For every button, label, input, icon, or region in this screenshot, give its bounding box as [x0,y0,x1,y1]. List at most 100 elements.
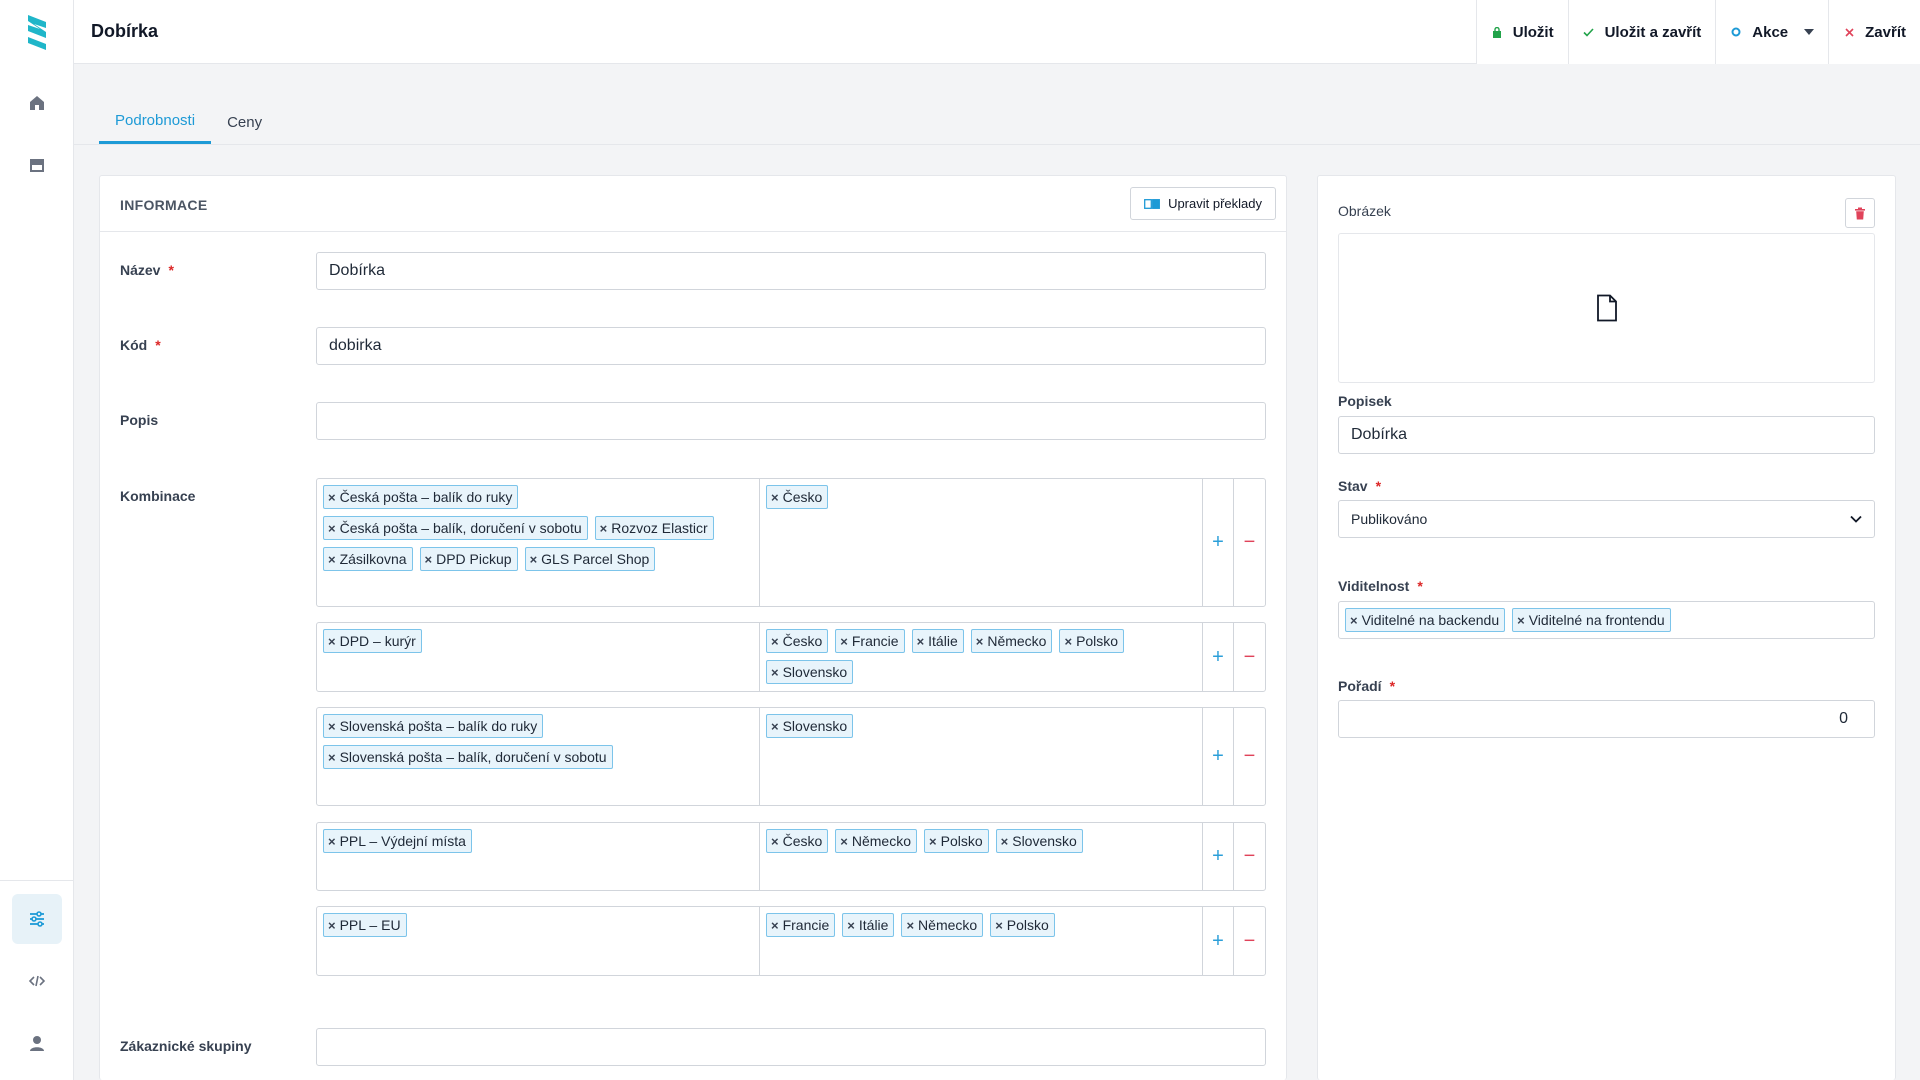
top-header: Dobírka Uložit Uložit a zavřít Akce Zavř… [74,0,1920,64]
required-marker: * [1375,478,1382,494]
remove-combination-button[interactable]: − [1234,708,1265,805]
combination-carriers[interactable]: × DPD – kurýr [317,623,760,691]
tab-bar: Podrobnosti Ceny [99,100,278,144]
tag-label: DPD – kurýr [339,633,416,649]
combination-countries[interactable]: × Slovensko [760,708,1203,805]
country-tag: × Polsko [924,829,989,853]
remove-tag-icon[interactable]: × [771,834,779,849]
code-label-text: Kód [120,337,148,353]
nav-profile[interactable] [12,1018,62,1068]
add-combination-button[interactable]: + [1203,623,1234,691]
tag-label: Německo [987,633,1047,649]
combination-carriers[interactable]: × Slovenská pošta – balík do ruky × Sloven… [317,708,760,805]
remove-combination-button[interactable]: − [1234,907,1265,975]
chevron-down-icon [1804,29,1815,35]
remove-tag-icon[interactable]: × [771,665,779,680]
combination-countries[interactable]: × Česko × Francie × Itálie × Německo × Polsko… [760,623,1203,691]
header-actions: Uložit Uložit a zavřít Akce Zavřít [1475,0,1920,64]
remove-tag-icon[interactable]: × [771,490,779,505]
remove-tag-icon[interactable]: × [328,750,336,765]
remove-tag-icon[interactable]: × [771,634,779,649]
required-marker: * [1389,678,1396,694]
remove-tag-icon[interactable]: × [1001,834,1009,849]
combination-carriers[interactable]: × PPL – Výdejní místa [317,823,760,890]
combination-carriers[interactable]: × Česká pošta – balík do ruky × Česká pošt… [317,479,760,606]
add-combination-button[interactable]: + [1203,708,1234,805]
tag-label: Německo [851,833,912,849]
remove-tag-icon[interactable]: × [1350,613,1358,628]
remove-tag-icon[interactable]: × [771,918,779,933]
country-tag: × Německo [835,829,918,853]
required-marker: * [155,337,161,353]
app-logo[interactable] [18,12,56,52]
combination-row: × DPD – kurýr × Česko × Francie × Itálie × Ně… [316,622,1266,692]
image-dropzone[interactable] [1338,233,1875,383]
edit-translations-button[interactable]: Upravit překlady [1130,187,1276,220]
remove-tag-icon[interactable]: × [1064,634,1072,649]
add-combination-button[interactable]: + [1203,907,1234,975]
name-input[interactable] [316,252,1266,290]
actions-dropdown[interactable]: Akce [1715,0,1829,64]
combination-carriers[interactable]: × PPL – EU [317,907,760,975]
remove-tag-icon[interactable]: × [840,634,848,649]
remove-tag-icon[interactable]: × [929,834,937,849]
combination-countries[interactable]: × Česko × Německo × Polsko × Slovensko [760,823,1203,890]
add-combination-button[interactable]: + [1203,479,1234,606]
combination-countries[interactable]: × Francie × Itálie × Německo × Polsko [760,907,1203,975]
remove-tag-icon[interactable]: × [976,634,984,649]
remove-tag-icon[interactable]: × [328,834,336,849]
remove-tag-icon[interactable]: × [328,490,336,505]
tag-label: Polsko [940,833,983,849]
remove-combination-button[interactable]: − [1234,623,1265,691]
remove-tag-icon[interactable]: × [771,719,779,734]
delete-image-button[interactable] [1845,198,1875,228]
caption-label: Popisek [1338,393,1392,409]
actions-label: Akce [1752,23,1789,41]
save-and-close-button[interactable]: Uložit a zavřít [1567,0,1716,64]
nav-settings[interactable] [12,894,62,944]
remove-tag-icon[interactable]: × [917,634,925,649]
tag-label: Itálie [858,917,889,933]
remove-tag-icon[interactable]: × [328,521,336,536]
save-button[interactable]: Uložit [1475,0,1568,64]
remove-tag-icon[interactable]: × [847,918,855,933]
status-select[interactable]: Publikováno [1338,500,1875,538]
info-card: INFORMACE Upravit překlady Název * Kód * P… [99,175,1287,1080]
remove-tag-icon[interactable]: × [328,552,336,567]
code-input[interactable] [316,327,1266,365]
remove-tag-icon[interactable]: × [328,719,336,734]
add-combination-button[interactable]: + [1203,823,1234,890]
status-value: Publikováno [1351,511,1428,527]
combination-countries[interactable]: × Česko [760,479,1203,606]
edit-translations-label: Upravit překlady [1168,196,1262,211]
remove-tag-icon[interactable]: × [906,918,914,933]
nav-developer[interactable] [12,956,62,1006]
remove-combination-button[interactable]: − [1234,479,1265,606]
remove-tag-icon[interactable]: × [530,552,538,567]
visibility-multiselect[interactable]: × Viditelné na backendu × Viditelné na fro… [1338,601,1875,639]
country-tag: × Francie [766,913,836,937]
caption-input[interactable] [1338,416,1875,454]
remove-tag-icon[interactable]: × [600,521,608,536]
customer-groups-input[interactable] [316,1028,1266,1066]
country-tag: × Itálie [911,629,964,653]
tag-label: Česko [782,633,823,649]
remove-tag-icon[interactable]: × [328,634,336,649]
nav-store[interactable] [12,140,62,190]
nav-home[interactable] [12,78,62,128]
remove-tag-icon[interactable]: × [328,918,336,933]
user-icon [30,1036,44,1051]
remove-tag-icon[interactable]: × [1517,613,1525,628]
remove-tag-icon[interactable]: × [425,552,433,567]
description-input[interactable] [316,402,1266,440]
tab-prices[interactable]: Ceny [211,100,278,144]
close-button[interactable]: Zavřít [1828,0,1920,64]
remove-tag-icon[interactable]: × [840,834,848,849]
remove-tag-icon[interactable]: × [995,918,1003,933]
remove-combination-button[interactable]: − [1234,823,1265,890]
tag-label: Itálie [928,633,958,649]
code-label: Kód * [120,337,161,353]
order-input[interactable] [1338,700,1875,738]
carrier-tag: × Slovenská pošta – balík do ruky [323,714,544,738]
tab-details[interactable]: Podrobnosti [99,100,212,144]
